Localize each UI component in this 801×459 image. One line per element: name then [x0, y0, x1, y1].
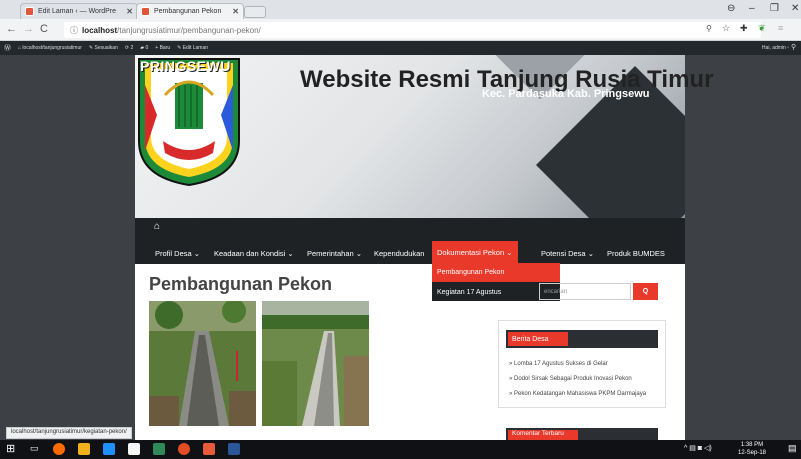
- url-path: /tanjungrusiatimur/pembangunan-pekon/: [117, 25, 261, 35]
- admin-search-icon[interactable]: ⚲: [791, 43, 796, 51]
- file-explorer-icon[interactable]: [78, 443, 90, 455]
- zoom-icon[interactable]: ⚲: [706, 24, 712, 33]
- admin-comments-link[interactable]: ▰ 0: [140, 45, 148, 51]
- logo-text: PRINGSEWU: [140, 58, 231, 74]
- wordpress-favicon-icon: [25, 7, 34, 16]
- nav-profil-desa[interactable]: Profil Desa ⌄: [155, 245, 200, 261]
- windows-taskbar: [0, 440, 801, 459]
- app-icon[interactable]: [153, 443, 165, 455]
- search-input[interactable]: encarian: [539, 283, 631, 300]
- edge-icon[interactable]: [103, 443, 115, 455]
- admin-new-link[interactable]: + Baru: [155, 45, 170, 51]
- site-tagline: Kec. Pardasuka Kab. Pringsewu: [482, 88, 650, 100]
- bookmark-star-icon[interactable]: ☆: [722, 23, 730, 34]
- profile-icon[interactable]: ⊖: [727, 3, 735, 14]
- widget-title: Komentar Terbaru: [508, 430, 578, 440]
- url-host: localhost: [82, 25, 118, 35]
- home-icon[interactable]: ⌂: [154, 221, 160, 232]
- close-window-icon[interactable]: ✕: [791, 3, 799, 14]
- photo-drainage-construction[interactable]: [149, 301, 256, 426]
- nav-pemerintahan[interactable]: Pemerintahan ⌄: [307, 245, 362, 261]
- nav-dokumentasi-pekon[interactable]: Dokumentasi Pekon ⌄: [432, 241, 518, 263]
- admin-site-link[interactable]: ⌂ localhost/tanjungrusiatimur: [18, 45, 82, 51]
- clock-time: 1:38 PM: [740, 442, 764, 448]
- admin-updates-link[interactable]: ⟳ 2: [125, 45, 133, 51]
- back-icon[interactable]: ←: [6, 23, 17, 35]
- new-tab-button[interactable]: [244, 6, 266, 18]
- task-view-icon[interactable]: ▭: [30, 443, 39, 454]
- reload-icon[interactable]: C: [40, 23, 48, 35]
- firefox-icon[interactable]: [53, 443, 65, 455]
- page-title: Pembangunan Pekon: [149, 274, 333, 294]
- nav-produk-bumdes[interactable]: Produk BUMDES: [607, 245, 665, 261]
- store-icon[interactable]: [128, 443, 140, 455]
- forward-icon[interactable]: →: [23, 23, 34, 35]
- search-button[interactable]: Q: [633, 283, 658, 300]
- close-tab-icon[interactable]: ✕: [126, 7, 133, 16]
- maximize-icon[interactable]: ❐: [770, 3, 779, 14]
- tab-label: Edit Laman ‹ — WordPre: [38, 8, 117, 15]
- pringsewu-logo[interactable]: [135, 55, 243, 187]
- tab-edit-laman[interactable]: Edit Laman ‹ — WordPre ✕: [20, 3, 138, 19]
- tab-pembangunan-pekon[interactable]: Pembangunan Pekon ✕: [136, 3, 244, 19]
- status-bar-url: localhost/tanjungrusiatimur/kegiatan-pek…: [6, 427, 132, 439]
- notification-icon[interactable]: ▤: [788, 443, 797, 454]
- taskbar-clock[interactable]: 1:38 PM 12-Sep-18: [738, 441, 766, 457]
- wordpress-logo-icon[interactable]: Ⓦ: [4, 43, 11, 53]
- extension-icon[interactable]: ✚: [740, 23, 748, 34]
- app-icon[interactable]: [203, 443, 215, 455]
- post-link[interactable]: » Dodol Sirsak Sebagai Produk Inovasi Pe…: [509, 376, 632, 382]
- minimize-icon[interactable]: –: [749, 3, 755, 14]
- photo-finished-channel[interactable]: [262, 301, 369, 426]
- post-link[interactable]: » Pekon Kedatangan Mahasiswa PKPM Darmaj…: [509, 391, 646, 397]
- nav-keadaan-kondisi[interactable]: Keadaan dan Kondisi ⌄: [214, 245, 294, 261]
- admin-customize-link[interactable]: ✎ Sesuaikan: [89, 45, 118, 51]
- wp-admin-bar: Ⓦ ⌂ localhost/tanjungrusiatimur ✎ Sesuai…: [0, 41, 801, 55]
- chrome-icon[interactable]: [178, 443, 190, 455]
- dropdown-pembangunan-pekon[interactable]: Pembangunan Pekon: [432, 263, 560, 282]
- close-tab-icon[interactable]: ✕: [232, 7, 239, 16]
- nav-potensi-desa[interactable]: Potensi Desa ⌄: [541, 245, 594, 261]
- widget-title: Berita Desa: [508, 332, 568, 346]
- post-link[interactable]: » Lomba 17 Agustus Sukses di Gelar: [509, 361, 608, 367]
- windows-start-icon[interactable]: ⊞: [6, 442, 15, 455]
- site-favicon-icon: [141, 7, 150, 16]
- info-icon[interactable]: ⓘ: [70, 25, 78, 36]
- tray-icons[interactable]: ^ ▤ ◙ ◁): [684, 444, 712, 452]
- admin-edit-link[interactable]: ✎ Edit Laman: [177, 45, 208, 51]
- clock-date: 12-Sep-18: [738, 450, 767, 456]
- menu-icon[interactable]: ≡: [778, 23, 783, 33]
- word-icon[interactable]: [228, 443, 240, 455]
- tab-label: Pembangunan Pekon: [154, 8, 222, 15]
- nav-kependudukan[interactable]: Kependudukan: [374, 245, 424, 261]
- address-bar[interactable]: ⓘ localhost/tanjungrusiatimur/pembanguna…: [64, 22, 761, 38]
- extension-leaf-icon[interactable]: ❦: [758, 23, 766, 34]
